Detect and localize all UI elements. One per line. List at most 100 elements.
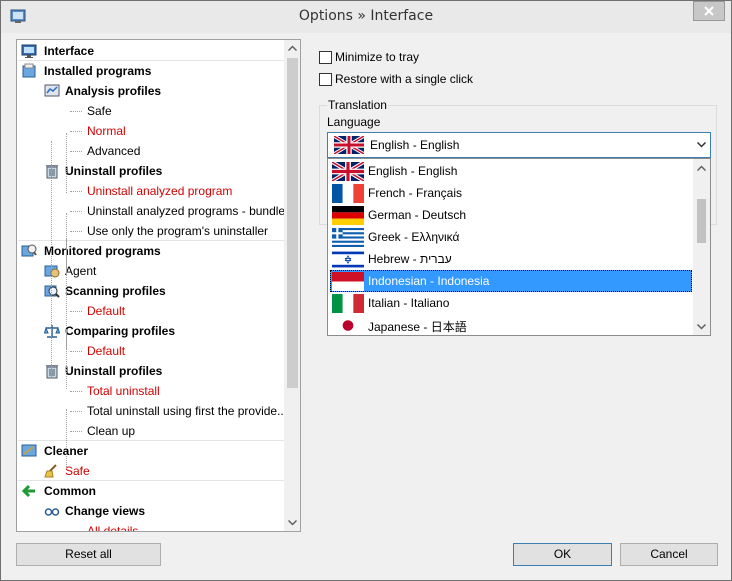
dropdown-scrollbar[interactable] bbox=[693, 159, 710, 335]
language-dropdown-list[interactable]: English - English French - Français German… bbox=[327, 158, 711, 336]
language-option[interactable]: Greek - Ελληνικά bbox=[330, 226, 692, 248]
dropdown-scroll-up[interactable] bbox=[693, 159, 710, 176]
tree-guide bbox=[66, 329, 67, 349]
close-button[interactable] bbox=[693, 1, 725, 21]
tree-node-label: Interface bbox=[44, 44, 95, 58]
reset-all-button[interactable]: Reset all bbox=[16, 543, 161, 566]
tree-connector bbox=[70, 431, 82, 432]
language-option-label: German - Deutsch bbox=[368, 208, 467, 222]
tree-node-label: Advanced bbox=[87, 144, 141, 158]
title-bar: Options » Interface bbox=[1, 1, 731, 33]
scroll-up-arrow[interactable] bbox=[284, 40, 300, 56]
tree-connector bbox=[70, 211, 82, 212]
language-option[interactable]: Indonesian - Indonesia bbox=[330, 270, 692, 292]
chevron-up-icon bbox=[287, 45, 297, 51]
minimize-to-tray-checkbox[interactable] bbox=[319, 51, 332, 64]
tree-connector bbox=[70, 111, 82, 112]
language-dropdown-button[interactable] bbox=[692, 133, 710, 157]
language-option-label: Japanese - 日本語 bbox=[368, 320, 467, 334]
cancel-button[interactable]: Cancel bbox=[620, 543, 718, 566]
tree-node-label: Total uninstall bbox=[87, 384, 160, 398]
tree-connector bbox=[70, 311, 82, 312]
tree-connector bbox=[70, 391, 82, 392]
tree-node-label: Uninstall analyzed programs - bundle bbox=[87, 204, 285, 218]
tree-connector bbox=[70, 191, 82, 192]
chevron-down-icon bbox=[697, 323, 706, 330]
ok-button[interactable]: OK bbox=[513, 543, 612, 566]
broom-icon bbox=[44, 464, 57, 478]
tree-node-label: Uninstall profiles bbox=[65, 164, 163, 178]
language-select-value: English - English bbox=[370, 138, 460, 152]
japan-flag-icon bbox=[332, 316, 364, 335]
tree-node-label: Clean up bbox=[87, 424, 136, 438]
tree-connector bbox=[70, 411, 82, 412]
greece-flag-icon bbox=[332, 228, 364, 247]
language-option-label: Indonesian - Indonesia bbox=[368, 274, 490, 288]
language-option[interactable]: Hebrew - עברית bbox=[330, 248, 692, 270]
language-option[interactable]: Japanese - 日本語 bbox=[330, 314, 692, 335]
scroll-thumb[interactable] bbox=[287, 58, 298, 388]
tree-guide bbox=[66, 213, 67, 273]
dropdown-scroll-down[interactable] bbox=[693, 318, 710, 335]
tree-content: Interface Installed programs Analysis prof… bbox=[17, 40, 285, 531]
germany-flag-icon bbox=[332, 206, 364, 225]
analysis-icon bbox=[44, 84, 60, 97]
tree-node-label: Installed programs bbox=[44, 64, 152, 78]
tree-node-label: Common bbox=[44, 484, 96, 498]
tree-guide bbox=[66, 133, 67, 193]
france-flag-icon bbox=[332, 184, 364, 203]
settings-tree[interactable]: Interface Installed programs Analysis prof… bbox=[16, 39, 301, 532]
tree-node-label: Uninstall profiles bbox=[65, 364, 163, 378]
tree-node-label: Use only the program's uninstaller bbox=[87, 224, 269, 238]
tree-node-label: Default bbox=[87, 304, 126, 318]
tree-connector bbox=[70, 231, 82, 232]
minimize-to-tray-label: Minimize to tray bbox=[335, 50, 420, 64]
tree-node-label: Default bbox=[87, 344, 126, 358]
tree-node-label: Total uninstall using first the provide.… bbox=[87, 404, 285, 418]
trash-icon bbox=[46, 165, 58, 179]
tree-node-label: Safe bbox=[87, 104, 112, 118]
tree-connector bbox=[70, 351, 82, 352]
close-icon bbox=[704, 6, 714, 16]
tree-guide bbox=[66, 369, 67, 389]
tree-node-label: Comparing profiles bbox=[65, 324, 176, 338]
monitor-icon bbox=[21, 44, 37, 58]
language-option[interactable]: German - Deutsch bbox=[330, 204, 692, 226]
tree-connector bbox=[70, 131, 82, 132]
chevron-down-icon bbox=[287, 520, 297, 526]
dropdown-scroll-thumb[interactable] bbox=[697, 199, 706, 243]
language-option-label: French - Français bbox=[368, 186, 463, 200]
options-window: Options » Interface Interface Installed p… bbox=[0, 0, 732, 581]
language-option-label: Italian - Italiano bbox=[368, 296, 450, 310]
tree-node-label: All details bbox=[87, 524, 139, 531]
israel-flag-icon bbox=[332, 250, 364, 269]
language-option[interactable]: French - Français bbox=[330, 182, 692, 204]
language-label: Language bbox=[327, 115, 381, 129]
uk-flag-icon bbox=[332, 162, 364, 181]
restore-single-click-label: Restore with a single click bbox=[335, 72, 474, 86]
monitored-icon bbox=[21, 244, 37, 257]
language-option[interactable]: Italian - Italiano bbox=[330, 292, 692, 314]
tree-node-label: Safe bbox=[65, 464, 90, 478]
uk-flag-icon bbox=[334, 136, 364, 154]
green-arrow-icon bbox=[21, 484, 35, 498]
language-select[interactable]: English - English bbox=[327, 132, 711, 158]
tree-connector bbox=[70, 151, 82, 152]
tree-node-label: Monitored programs bbox=[44, 244, 161, 258]
cleaner-icon bbox=[21, 444, 37, 457]
agent-icon bbox=[44, 265, 60, 278]
restore-single-click-checkbox[interactable] bbox=[319, 73, 332, 86]
window-title: Options » Interface bbox=[298, 8, 434, 24]
tree-scrollbar[interactable] bbox=[284, 40, 300, 531]
translation-group-title: Translation bbox=[327, 98, 388, 112]
language-option-label: Greek - Ελληνικά bbox=[368, 230, 460, 244]
program-box-icon bbox=[22, 63, 36, 78]
magnifier-icon bbox=[44, 285, 60, 298]
language-option[interactable]: English - English bbox=[330, 160, 692, 182]
scroll-down-arrow[interactable] bbox=[284, 515, 300, 531]
chevron-up-icon bbox=[697, 164, 706, 171]
tree-node-label: Uninstall analyzed program bbox=[87, 184, 233, 198]
trash-icon bbox=[46, 365, 58, 379]
language-option-label: Hebrew - עברית bbox=[368, 252, 452, 266]
indonesia-flag-icon bbox=[332, 272, 364, 291]
